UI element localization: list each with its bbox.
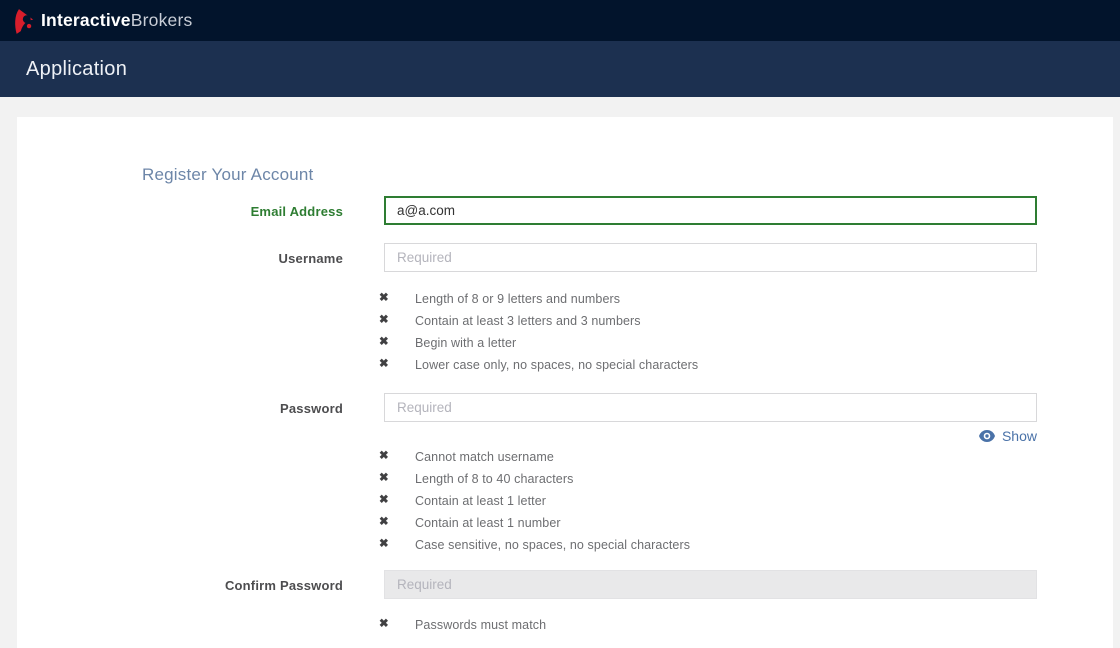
eye-icon — [979, 430, 995, 442]
x-mark-icon: ✖ — [379, 315, 390, 327]
confirm-password-label: Confirm Password — [142, 570, 343, 593]
ib-flame-icon — [13, 8, 35, 34]
x-mark-icon: ✖ — [379, 293, 390, 305]
rule-item: ✖ Contain at least 3 letters and 3 numbe… — [379, 310, 1037, 332]
rule-text: Cannot match username — [415, 450, 554, 464]
x-mark-icon: ✖ — [379, 473, 390, 485]
rule-item: ✖ Contain at least 1 number — [379, 512, 1037, 534]
rule-item: ✖ Case sensitive, no spaces, no special … — [379, 534, 1037, 556]
password-rules-row: ✖ Cannot match username ✖ Length of 8 to… — [142, 444, 1113, 570]
password-rules-list: ✖ Cannot match username ✖ Length of 8 to… — [384, 446, 1037, 556]
rule-item: ✖ Length of 8 or 9 letters and numbers — [379, 288, 1037, 310]
show-password-link[interactable]: Show — [979, 428, 1037, 444]
password-label: Password — [142, 393, 343, 416]
rule-text: Length of 8 or 9 letters and numbers — [415, 292, 620, 306]
rule-item: ✖ Cannot match username — [379, 446, 1037, 468]
rule-item: ✖ Contain at least 1 letter — [379, 490, 1037, 512]
username-input[interactable] — [384, 243, 1037, 272]
x-mark-icon: ✖ — [379, 359, 390, 371]
brand-primary: Interactive — [41, 10, 131, 30]
rule-text: Lower case only, no spaces, no special c… — [415, 358, 698, 372]
x-mark-icon: ✖ — [379, 517, 390, 529]
confirm-rules-row: ✖ Passwords must match — [142, 599, 1113, 636]
email-row: Email Address — [142, 196, 1113, 225]
rule-text: Begin with a letter — [415, 336, 516, 350]
confirm-password-row: Confirm Password — [142, 570, 1113, 599]
rule-text: Contain at least 1 number — [415, 516, 561, 530]
confirm-password-input[interactable] — [384, 570, 1037, 599]
password-input[interactable] — [384, 393, 1037, 422]
registration-form: Register Your Account Email Address User… — [142, 165, 1113, 636]
content-card: Register Your Account Email Address User… — [17, 117, 1113, 648]
app-nav-bar: Application — [0, 41, 1120, 97]
show-password-row: Show — [384, 428, 1037, 444]
x-mark-icon: ✖ — [379, 337, 390, 349]
email-input[interactable] — [384, 196, 1037, 225]
x-mark-icon: ✖ — [379, 619, 390, 631]
email-label: Email Address — [142, 196, 343, 219]
rule-item: ✖ Begin with a letter — [379, 332, 1037, 354]
x-mark-icon: ✖ — [379, 451, 390, 463]
username-row: Username — [142, 243, 1113, 272]
username-rules-list: ✖ Length of 8 or 9 letters and numbers ✖… — [384, 288, 1037, 376]
brand-secondary: Brokers — [131, 10, 193, 30]
x-mark-icon: ✖ — [379, 539, 390, 551]
rule-text: Contain at least 3 letters and 3 numbers — [415, 314, 641, 328]
username-rules-row: ✖ Length of 8 or 9 letters and numbers ✖… — [142, 272, 1113, 393]
rule-text: Case sensitive, no spaces, no special ch… — [415, 538, 690, 552]
rule-text: Contain at least 1 letter — [415, 494, 546, 508]
rule-item: ✖ Passwords must match — [379, 614, 1037, 636]
rule-item: ✖ Length of 8 to 40 characters — [379, 468, 1037, 490]
show-password-label: Show — [1002, 428, 1037, 444]
top-bar: InteractiveBrokers — [0, 0, 1120, 41]
rule-item: ✖ Lower case only, no spaces, no special… — [379, 354, 1037, 376]
username-label: Username — [142, 243, 343, 266]
rule-text: Length of 8 to 40 characters — [415, 472, 573, 486]
x-mark-icon: ✖ — [379, 495, 390, 507]
brand-wordmark: InteractiveBrokers — [41, 10, 192, 31]
form-heading: Register Your Account — [142, 165, 1113, 185]
confirm-rules-list: ✖ Passwords must match — [384, 614, 1037, 636]
brand-logo[interactable]: InteractiveBrokers — [13, 8, 192, 34]
password-row: Password Show — [142, 393, 1113, 444]
page-title: Application — [26, 58, 127, 81]
rule-text: Passwords must match — [415, 618, 546, 632]
